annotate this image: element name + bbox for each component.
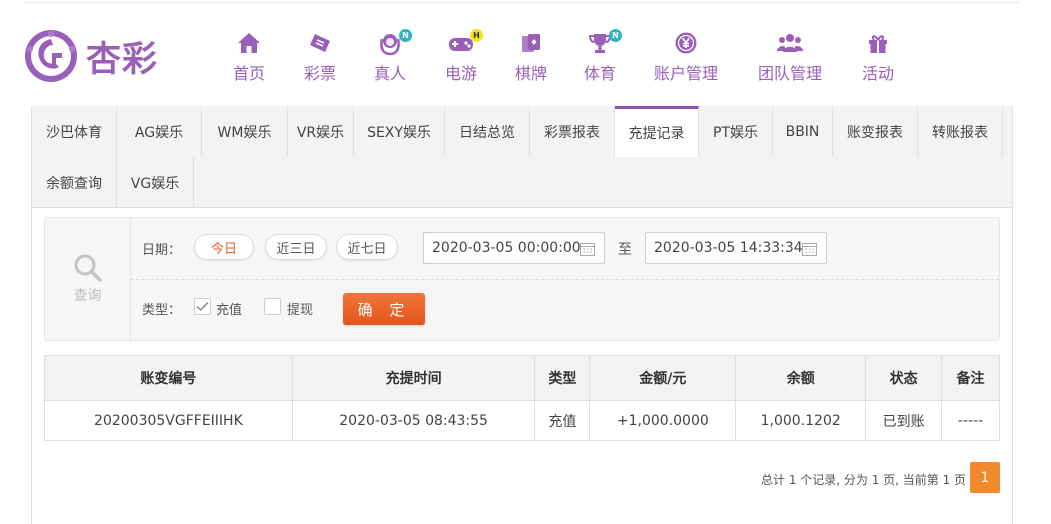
tab-balance-change-report[interactable]: 账变报表 [833, 106, 918, 157]
to-label: 至 [618, 242, 632, 258]
range-7days-button[interactable]: 近七日 [336, 234, 398, 260]
range-3days-button[interactable]: 近三日 [265, 234, 327, 260]
tab-lottery-report[interactable]: 彩票报表 [530, 106, 615, 157]
nav-item-activity[interactable]: 活动 [862, 30, 894, 84]
col-time: 充提时间 [291, 355, 536, 401]
col-transaction-id: 账变编号 [44, 355, 293, 401]
deposit-checkbox[interactable] [194, 298, 211, 315]
col-type: 类型 [534, 355, 591, 401]
col-balance: 余额 [735, 355, 867, 401]
nav-item-team[interactable]: 团队管理 [758, 30, 822, 84]
col-remark: 备注 [941, 355, 1000, 401]
withdraw-checkbox[interactable] [264, 298, 281, 315]
nav-item-sports[interactable]: N 体育 [584, 29, 622, 84]
page-1-button[interactable]: 1 [970, 462, 1000, 493]
cell-balance: 1,000.1202 [735, 400, 867, 441]
yen-coin-icon [675, 32, 697, 54]
logo-emblem-icon [25, 30, 77, 82]
calendar-icon [802, 243, 817, 256]
calendar-icon [580, 243, 595, 256]
nav-item-egame[interactable]: H 电游 [445, 29, 483, 84]
search-trigger[interactable]: 查询 [45, 218, 131, 340]
nav-label: 首页 [233, 64, 266, 83]
tab-ag[interactable]: AG娱乐 [117, 106, 202, 157]
top-divider [24, 2, 1020, 3]
nav-label: 团队管理 [758, 64, 823, 83]
nav-label: 体育 [584, 64, 617, 83]
confirm-button[interactable]: 确 定 [343, 293, 425, 325]
brand-logo[interactable]: 杏彩 [22, 27, 182, 85]
search-filter: 查询 日期： 今日 近三日 近七日 2020-03-05 00:00:00 至 … [44, 217, 1000, 341]
col-status: 状态 [865, 355, 943, 401]
type-label: 类型： [142, 303, 182, 318]
tab-sexy[interactable]: SEXY娱乐 [354, 106, 445, 157]
report-tabs: 沙巴体育 AG娱乐 WM娱乐 VR娱乐 SEXY娱乐 日结总览 彩票报表 充提记… [32, 106, 1012, 208]
tab-transfer-report[interactable]: 转账报表 [918, 106, 1003, 157]
deposit-option-label: 充值 [216, 303, 243, 318]
records-panel: 沙巴体育 AG娱乐 WM娱乐 VR娱乐 SEXY娱乐 日结总览 彩票报表 充提记… [31, 106, 1013, 524]
cell-status: 已到账 [865, 400, 943, 441]
cards-icon [522, 34, 540, 52]
cell-transaction-id: 20200305VGFFEIIIHK [44, 400, 293, 441]
filter-divider [131, 279, 999, 280]
end-date-value: 2020-03-05 14:33:34 [654, 240, 803, 256]
nav-item-account[interactable]: 账户管理 [654, 30, 718, 84]
checkmark-icon [196, 301, 209, 312]
pagination-summary: 总计 1 个记录, 分为 1 页, 当前第 1 页 [761, 473, 967, 487]
cell-type: 充值 [534, 400, 591, 441]
end-date-input[interactable]: 2020-03-05 14:33:34 [645, 232, 827, 264]
tab-balance-query[interactable]: 余额查询 [32, 157, 117, 208]
date-label: 日期： [142, 243, 182, 258]
search-label: 查询 [73, 288, 102, 304]
col-amount: 金额/元 [589, 355, 737, 401]
new-badge: N [399, 29, 412, 42]
logo-text: 杏彩 [86, 38, 159, 80]
nav-label: 真人 [374, 64, 407, 83]
home-icon [238, 33, 260, 53]
nav-item-chess[interactable]: 棋牌 [515, 30, 547, 84]
ticket-icon [310, 34, 330, 52]
new-badge: N [609, 29, 622, 42]
tab-vr[interactable]: VR娱乐 [288, 106, 354, 157]
tab-bbin[interactable]: BBIN [773, 106, 833, 157]
gift-icon [869, 35, 887, 53]
nav-item-live[interactable]: N 真人 [374, 29, 412, 84]
search-icon [74, 254, 102, 282]
hot-badge: H [470, 29, 483, 42]
nav-label: 活动 [862, 64, 895, 83]
tab-saba-sports[interactable]: 沙巴体育 [32, 106, 117, 157]
start-date-input[interactable]: 2020-03-05 00:00:00 [423, 232, 605, 264]
nav-label: 账户管理 [654, 64, 719, 83]
range-today-button[interactable]: 今日 [194, 234, 254, 260]
nav-item-lottery[interactable]: 彩票 [304, 30, 336, 84]
tab-daily-summary[interactable]: 日结总览 [445, 106, 530, 157]
team-icon [777, 34, 803, 52]
cell-amount: +1,000.0000 [589, 400, 737, 441]
tab-deposit-withdraw-records[interactable]: 充提记录 [615, 106, 699, 157]
records-table: 账变编号 充提时间 类型 金额/元 余额 状态 备注 20200305VGFFE… [44, 355, 1000, 441]
table-header-row: 账变编号 充提时间 类型 金额/元 余额 状态 备注 [44, 355, 1000, 401]
cell-time: 2020-03-05 08:43:55 [291, 400, 536, 441]
tab-vg[interactable]: VG娱乐 [117, 157, 194, 208]
nav-label: 电游 [445, 64, 478, 83]
start-date-value: 2020-03-05 00:00:00 [432, 240, 581, 256]
nav-item-home[interactable]: 首页 [233, 30, 265, 84]
table-row: 20200305VGFFEIIIHK 2020-03-05 08:43:55 充… [44, 400, 1000, 441]
nav-label: 棋牌 [515, 64, 548, 83]
withdraw-option-label: 提现 [287, 303, 314, 318]
nav-label: 彩票 [304, 64, 337, 83]
cell-remark: ----- [941, 400, 1000, 441]
tab-wm[interactable]: WM娱乐 [202, 106, 288, 157]
tab-pt[interactable]: PT娱乐 [699, 106, 773, 157]
